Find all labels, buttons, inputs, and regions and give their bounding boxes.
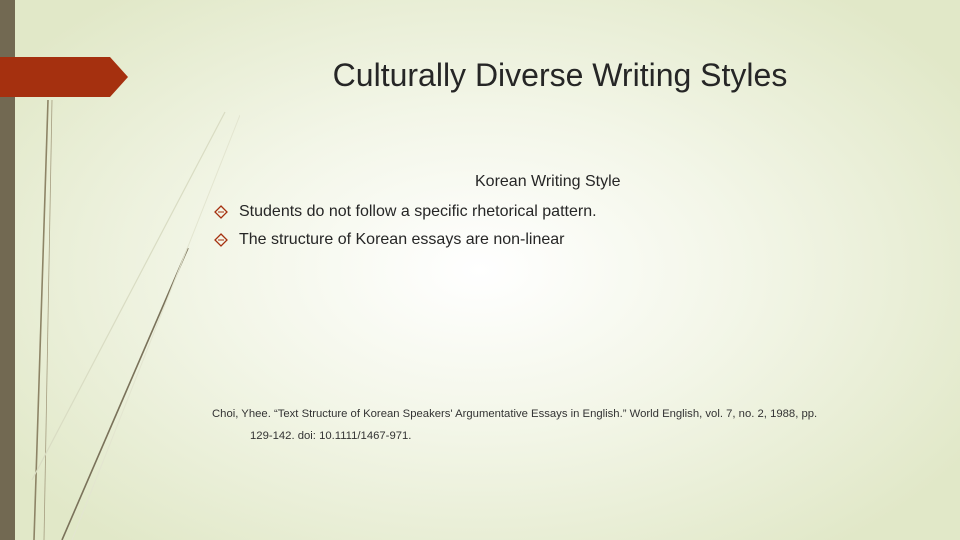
citation: Choi, Yhee. “Text Structure of Korean Sp…: [212, 403, 817, 447]
citation-line-1: Choi, Yhee. “Text Structure of Korean Sp…: [212, 408, 818, 420]
bullet-item: Students do not follow a specific rhetor…: [214, 202, 597, 222]
bullet-item: The structure of Korean essays are non-l…: [214, 230, 565, 250]
bullet-text: Students do not follow a specific rhetor…: [239, 203, 597, 220]
citation-line-2: 129-142. doi: 10.1111/1467-971.: [250, 430, 412, 442]
diamond-outline-icon: [214, 233, 228, 247]
section-subheading: Korean Writing Style: [475, 173, 621, 190]
bullet-text: The structure of Korean essays are non-l…: [239, 231, 565, 248]
slide-title: Culturally Diverse Writing Styles: [332, 57, 788, 93]
diamond-outline-icon: [214, 205, 228, 219]
title-accent-arrow: [0, 57, 128, 97]
